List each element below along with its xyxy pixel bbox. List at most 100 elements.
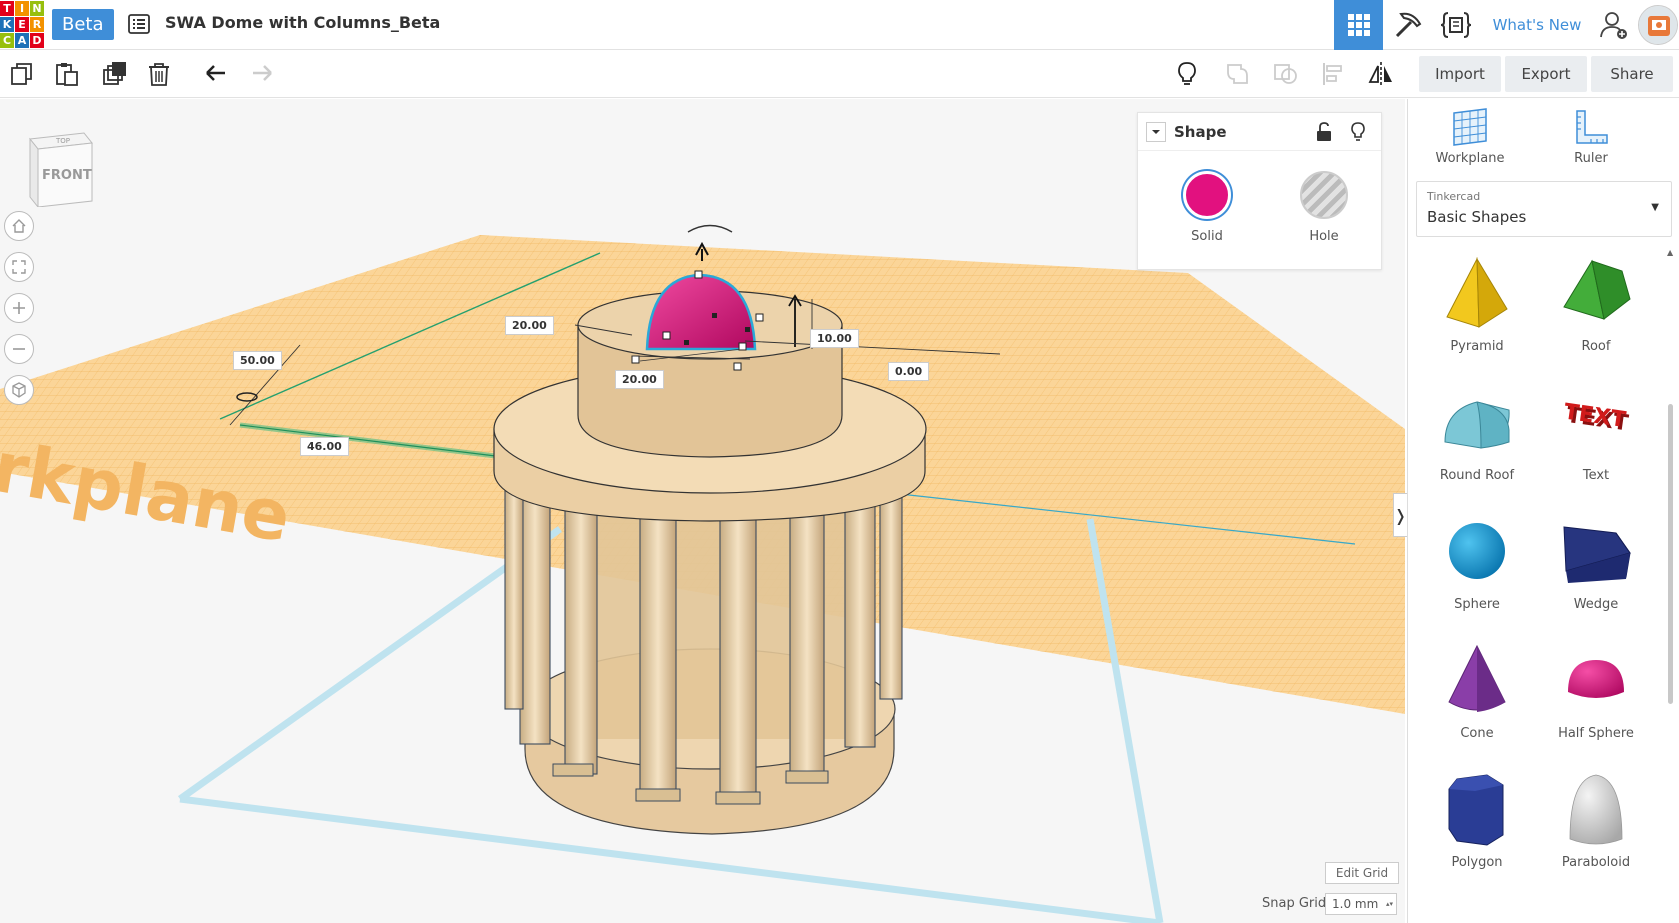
shape-label: Half Sphere (1558, 726, 1634, 741)
roof-icon (1563, 259, 1631, 320)
lightbulb-icon (1178, 62, 1196, 85)
library-provider: Tinkercad (1427, 190, 1481, 203)
paraboloid-icon (1569, 774, 1623, 845)
share-button[interactable]: Share (1591, 56, 1673, 92)
zoom-out-button[interactable] (4, 334, 34, 364)
duplicate-button[interactable] (98, 58, 130, 90)
shape-paraboloid[interactable]: Paraboloid (1536, 761, 1656, 881)
shape-list: Pyramid Roof Round Roof TEXT TEXT Text S… (1408, 245, 1668, 923)
pickaxe-icon (1395, 12, 1422, 38)
shape-library-select[interactable]: Tinkercad Basic Shapes ▼ (1416, 181, 1672, 237)
logo-letter: A (15, 33, 29, 48)
tinkercad-logo[interactable]: T I N K E R C A D (0, 1, 44, 48)
cone-icon (1448, 644, 1506, 712)
ungroup-button[interactable] (1270, 58, 1302, 90)
logo-letter: K (0, 17, 14, 32)
lightbulb-icon[interactable] (1349, 122, 1367, 142)
shape-wedge[interactable]: Wedge (1536, 503, 1656, 623)
right-panel: Workplane Ruler Tinkercad Basic Shapes ▼… (1407, 99, 1679, 923)
shape-label: Round Roof (1439, 468, 1515, 483)
ruler-tool-label: Ruler (1574, 151, 1608, 166)
grid-view-icon (1347, 14, 1370, 36)
copy-button[interactable] (6, 58, 38, 90)
codeblocks-view-button[interactable] (1432, 0, 1480, 50)
workplane-tool[interactable]: Workplane (1410, 107, 1530, 166)
redo-icon (253, 65, 272, 81)
shape-label: Roof (1581, 339, 1611, 354)
logo-letter: E (15, 17, 29, 32)
dimension-distance-y[interactable]: 50.00 (233, 351, 282, 370)
dimension-depth[interactable]: 20.00 (615, 370, 664, 389)
unlock-icon[interactable] (1315, 122, 1333, 142)
user-avatar[interactable] (1638, 5, 1678, 45)
perspective-button[interactable] (4, 375, 34, 405)
workplane-icon (1453, 108, 1487, 146)
group-button[interactable] (1222, 58, 1254, 90)
shape-round-roof[interactable]: Round Roof (1417, 374, 1537, 494)
add-user-button[interactable] (1594, 0, 1634, 50)
library-name: Basic Shapes (1427, 208, 1527, 226)
snap-grid-label: Snap Grid (1262, 896, 1327, 911)
edit-grid-button[interactable]: Edit Grid (1325, 862, 1399, 884)
inspector-title: Shape (1174, 122, 1227, 141)
plus-icon (13, 302, 25, 314)
scroll-up-icon[interactable]: ▲ (1667, 248, 1673, 257)
solid-color-swatch[interactable] (1183, 171, 1231, 219)
hole-swatch[interactable] (1300, 171, 1348, 219)
shape-roof[interactable]: Roof (1536, 245, 1656, 365)
dimension-elevation[interactable]: 0.00 (888, 362, 930, 381)
redo-button[interactable] (246, 58, 278, 90)
export-button[interactable]: Export (1505, 56, 1587, 92)
add-user-icon (1600, 12, 1627, 39)
fit-view-button[interactable] (4, 252, 34, 282)
wedge-icon (1563, 526, 1631, 583)
logo-letter: D (30, 33, 44, 48)
shape-cone[interactable]: Cone (1417, 632, 1537, 752)
view-cube-top-label: TOP (55, 137, 70, 145)
half-sphere-icon (1568, 660, 1624, 698)
notes-button[interactable] (1171, 58, 1203, 90)
codeblocks-icon (1440, 12, 1472, 38)
paste-button[interactable] (51, 58, 83, 90)
logo-letter: T (0, 1, 14, 16)
caret-down-icon: ▼ (1651, 202, 1659, 213)
dimension-width[interactable]: 20.00 (505, 316, 554, 335)
logo-letter: I (15, 1, 29, 16)
ungroup-icon (1274, 64, 1297, 84)
shape-half-sphere[interactable]: Half Sphere (1536, 632, 1656, 752)
3d-design-view-button[interactable] (1334, 0, 1383, 50)
align-button[interactable] (1318, 58, 1350, 90)
sphere-icon (1449, 523, 1505, 579)
design-list-icon[interactable] (128, 13, 150, 35)
round-roof-icon (1444, 401, 1510, 449)
undo-icon (206, 65, 225, 81)
zoom-in-button[interactable] (4, 293, 34, 323)
minecraft-view-button[interactable] (1384, 0, 1432, 50)
solid-label: Solid (1191, 229, 1223, 244)
shape-text[interactable]: TEXT TEXT Text (1536, 374, 1656, 494)
whats-new-link[interactable]: What's New (1482, 0, 1592, 50)
home-view-button[interactable] (4, 211, 34, 241)
snap-grid-select[interactable]: 1.0 mm (1325, 893, 1397, 915)
chevron-right-icon: ❭ (1393, 505, 1408, 525)
delete-button[interactable] (143, 58, 175, 90)
mirror-button[interactable] (1365, 58, 1397, 90)
panel-collapse-toggle[interactable]: ❭ (1393, 493, 1407, 537)
home-icon (12, 219, 26, 233)
collapse-inspector-button[interactable] (1146, 121, 1166, 142)
undo-button[interactable] (200, 58, 232, 90)
shape-sphere[interactable]: Sphere (1417, 503, 1537, 623)
edit-toolbar: Import Export Share (0, 50, 1679, 98)
logo-letter: C (0, 33, 14, 48)
import-button[interactable]: Import (1419, 56, 1501, 92)
dimension-height[interactable]: 10.00 (810, 329, 859, 348)
duplicate-icon (103, 62, 126, 85)
fit-view-icon (12, 260, 26, 274)
ruler-tool[interactable]: Ruler (1531, 107, 1651, 166)
design-title[interactable]: SWA Dome with Columns_Beta (165, 13, 440, 32)
shape-polygon[interactable]: Polygon (1417, 761, 1537, 881)
view-cube[interactable]: TOP FRONT (22, 129, 97, 207)
shape-pyramid[interactable]: Pyramid (1417, 245, 1537, 365)
shape-list-scrollbar[interactable] (1668, 404, 1673, 704)
dimension-distance-x[interactable]: 46.00 (300, 437, 349, 456)
